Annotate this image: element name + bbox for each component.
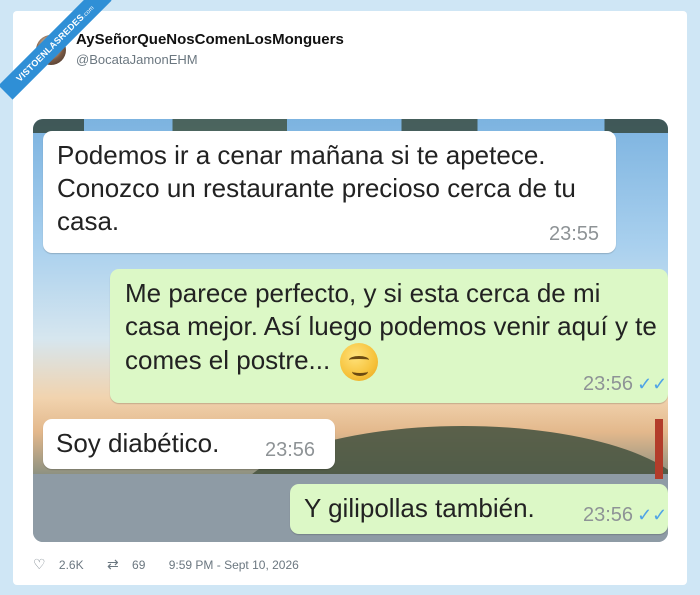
user-handle[interactable]: @BocataJamonEHM: [76, 52, 198, 67]
message-time: 23:56: [265, 439, 316, 461]
retweet-action[interactable]: ⇄ 69: [107, 556, 155, 572]
message-time: 23:56: [583, 373, 634, 395]
message-time: 23:56: [583, 504, 634, 526]
read-receipt-icon: ✓✓: [637, 505, 668, 525]
message-text: Podemos ir a cenar mañana si te apetece.…: [57, 140, 576, 236]
watermark-ribbon: VISTOENLASREDES.com: [0, 0, 112, 100]
message-time-row: 23:56 ✓✓: [583, 504, 667, 527]
message-time: 23:55: [549, 223, 600, 245]
read-receipt-icon: ✓✓: [637, 374, 668, 394]
message-text: Soy diabético.: [56, 428, 220, 458]
chat-screenshot[interactable]: Podemos ir a cenar mañana si te apetece.…: [33, 119, 668, 542]
tweet-timestamp[interactable]: 9:59 PM - Sept 10, 2026: [169, 558, 299, 572]
user-display-name[interactable]: AySeñorQueNosComenLosMonguers: [76, 31, 344, 48]
message-bubble-incoming: Podemos ir a cenar mañana si te apetece.…: [43, 131, 616, 253]
message-time-row: 23:56 ✓✓: [583, 373, 667, 396]
like-count: 2.6K: [58, 558, 84, 572]
like-action[interactable]: ♡ 2.6K: [33, 556, 94, 572]
smirking-face-icon: [340, 343, 379, 381]
message-text: Me parece perfecto, y si esta cerca de m…: [125, 277, 660, 381]
tweet-footer: ♡ 2.6K ⇄ 69 9:59 PM - Sept 10, 2026: [33, 556, 309, 573]
message-text: Y gilipollas también.: [304, 493, 535, 523]
retweet-icon[interactable]: ⇄: [107, 556, 119, 572]
watermark-suffix: .com: [81, 5, 96, 20]
heart-icon[interactable]: ♡: [33, 556, 46, 572]
background-bridge: [655, 419, 663, 479]
message-text-content: Me parece perfecto, y si esta cerca de m…: [125, 278, 657, 375]
retweet-count: 69: [132, 558, 146, 572]
